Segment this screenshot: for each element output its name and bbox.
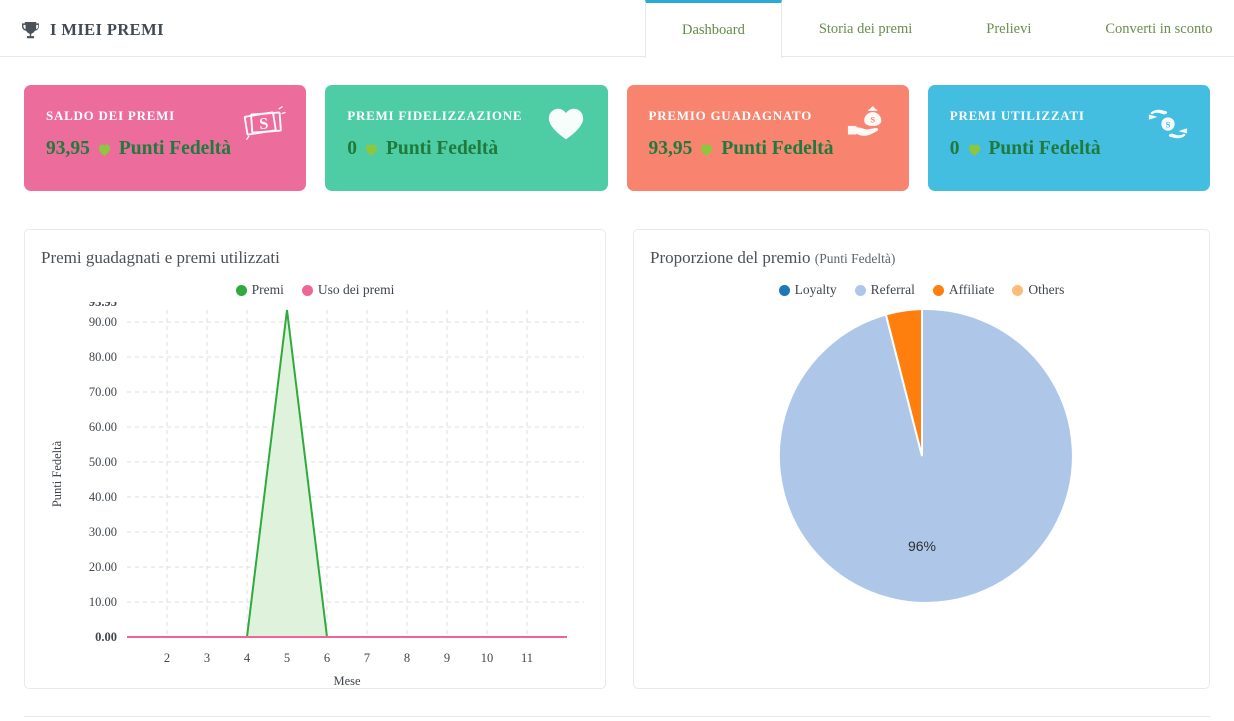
tab-prelievi[interactable]: Prelievi bbox=[949, 0, 1068, 58]
legend-dot-referral bbox=[854, 284, 866, 296]
legend-dot-uso-dei-premi bbox=[301, 284, 313, 296]
y-tick-90: 90.00 bbox=[89, 315, 117, 329]
legend-item-premi[interactable]: Premi bbox=[235, 282, 284, 298]
line-chart-plot: 93.95 90.00 80.00 70.00 60.00 50.00 40.0… bbox=[39, 302, 591, 692]
legend-item-referral[interactable]: Referral bbox=[854, 282, 915, 298]
legend-label-premi: Premi bbox=[251, 282, 284, 297]
x-tick-2: 2 bbox=[164, 651, 170, 665]
card-premio-guadagnato[interactable]: PREMIO GUADAGNATO 93,95 Punti Fedeltà S bbox=[626, 85, 909, 191]
legend-label-referral: Referral bbox=[870, 282, 915, 297]
y-tick-70: 70.00 bbox=[89, 385, 117, 399]
line-chart-title: Premi guadagnati e premi utilizzati bbox=[41, 248, 280, 267]
grid-vertical bbox=[166, 310, 528, 637]
tab-storia-dei-premi[interactable]: Storia dei premi bbox=[782, 0, 949, 58]
chart-panels: Premi guadagnati e premi utilizzati Prem… bbox=[0, 191, 1234, 689]
legend-dot-others bbox=[1012, 284, 1024, 296]
y-tick-60: 60.00 bbox=[89, 420, 117, 434]
card-saldo-dei-premi[interactable]: SALDO DEI PREMI 93,95 Punti Fedeltà S bbox=[24, 85, 307, 191]
pie-chart-title-main: Proporzione del premio bbox=[650, 248, 811, 267]
heart-icon bbox=[363, 141, 380, 158]
y-tick-10: 10.00 bbox=[89, 595, 117, 609]
y-tick-50: 50.00 bbox=[89, 455, 117, 469]
y-tick-93-95: 93.95 bbox=[89, 302, 117, 309]
stat-cards: SALDO DEI PREMI 93,95 Punti Fedeltà S PR… bbox=[0, 57, 1234, 191]
x-tick-7: 7 bbox=[364, 651, 370, 665]
y-tick-20: 20.00 bbox=[89, 560, 117, 574]
heart-icon bbox=[96, 141, 113, 158]
x-tick-4: 4 bbox=[244, 651, 251, 665]
svg-text:S: S bbox=[259, 114, 270, 133]
x-tick-3: 3 bbox=[204, 651, 210, 665]
page-title: I MIEI PREMI bbox=[50, 20, 164, 39]
y-tick-80: 80.00 bbox=[89, 350, 117, 364]
line-chart-legend: Premi Uso dei premi bbox=[39, 282, 591, 298]
card-premi-fidelizzazione-number: 0 bbox=[347, 138, 357, 159]
pie-slice-referral[interactable] bbox=[777, 307, 1072, 604]
heart-icon bbox=[966, 141, 983, 158]
panel-line-chart: Premi guadagnati e premi utilizzati Prem… bbox=[24, 229, 606, 689]
heart-icon bbox=[543, 103, 589, 145]
tab-dashboard-label: Dashboard bbox=[682, 22, 745, 38]
x-tick-6: 6 bbox=[324, 651, 330, 665]
legend-dot-affiliate bbox=[932, 284, 944, 296]
pie-chart-plot: 96% bbox=[648, 298, 1195, 688]
pie-slice-label-referral: 96% bbox=[907, 538, 935, 554]
legend-dot-premi bbox=[235, 284, 247, 296]
hand-money-bag-icon: S bbox=[844, 103, 890, 145]
tab-dashboard[interactable]: Dashboard bbox=[645, 0, 782, 59]
legend-item-affiliate[interactable]: Affiliate bbox=[932, 282, 995, 298]
legend-label-loyalty: Loyalty bbox=[794, 282, 837, 297]
series-premi-line bbox=[127, 309, 567, 638]
pie-chart-svg: 96% bbox=[777, 307, 1072, 604]
legend-label-affiliate: Affiliate bbox=[948, 282, 995, 297]
x-tick-8: 8 bbox=[404, 651, 410, 665]
y-axis-label: Punti Fedeltà bbox=[50, 440, 64, 507]
heart-icon bbox=[698, 141, 715, 158]
card-premi-utilizzati-unit: Punti Fedeltà bbox=[988, 138, 1101, 159]
x-tick-10: 10 bbox=[481, 651, 494, 665]
tab-converti-in-sconto[interactable]: Converti in sconto bbox=[1068, 0, 1234, 58]
x-tick-11: 11 bbox=[521, 651, 533, 665]
tab-storia-dei-premi-label: Storia dei premi bbox=[818, 21, 913, 37]
pie-chart-title-sub: (Punti Fedeltà) bbox=[814, 251, 896, 266]
y-tick-0: 0.00 bbox=[95, 630, 117, 644]
legend-item-uso-dei-premi[interactable]: Uso dei premi bbox=[301, 282, 395, 298]
legend-item-others[interactable]: Others bbox=[1012, 282, 1064, 298]
line-chart-svg: 93.95 90.00 80.00 70.00 60.00 50.00 40.0… bbox=[50, 302, 584, 688]
pie-chart-legend: Loyalty Referral Affiliate Others bbox=[648, 282, 1195, 298]
card-premi-utilizzati-number: 0 bbox=[949, 138, 960, 159]
card-premi-fidelizzazione-unit: Punti Fedeltà bbox=[386, 138, 499, 159]
legend-item-loyalty[interactable]: Loyalty bbox=[778, 282, 837, 298]
money-bills-icon: S bbox=[241, 103, 287, 145]
grid-horizontal bbox=[127, 321, 584, 603]
svg-text:S: S bbox=[870, 115, 875, 125]
legend-label-uso-dei-premi: Uso dei premi bbox=[317, 282, 395, 297]
x-axis-label: Mese bbox=[333, 674, 361, 688]
card-premio-guadagnato-unit: Punti Fedeltà bbox=[721, 138, 834, 159]
exchange-money-icon: S bbox=[1145, 103, 1191, 145]
tab-converti-in-sconto-label: Converti in sconto bbox=[1105, 21, 1213, 37]
bottom-divider bbox=[24, 716, 1210, 717]
legend-dot-loyalty bbox=[778, 284, 790, 296]
card-saldo-dei-premi-number: 93,95 bbox=[46, 138, 90, 159]
svg-text:S: S bbox=[1166, 119, 1171, 129]
card-saldo-dei-premi-unit: Punti Fedeltà bbox=[118, 138, 231, 159]
trophy-icon bbox=[22, 21, 39, 40]
y-tick-30: 30.00 bbox=[89, 525, 117, 539]
pie-chart-title: Proporzione del premio (Punti Fedeltà) bbox=[650, 248, 1195, 268]
brand: I MIEI PREMI bbox=[0, 0, 164, 40]
x-tick-5: 5 bbox=[284, 651, 290, 665]
tab-bar: Dashboard Storia dei premi Prelievi Conv… bbox=[645, 0, 1234, 59]
panel-pie-chart: Proporzione del premio (Punti Fedeltà) L… bbox=[633, 229, 1210, 689]
card-premio-guadagnato-number: 93,95 bbox=[648, 138, 693, 159]
top-bar: I MIEI PREMI Dashboard Storia dei premi … bbox=[0, 0, 1234, 59]
legend-label-others: Others bbox=[1028, 282, 1065, 297]
card-premi-utilizzati[interactable]: PREMI UTILIZZATI 0 Punti Fedeltà S bbox=[927, 85, 1210, 191]
tab-prelievi-label: Prelievi bbox=[986, 21, 1032, 37]
y-tick-40: 40.00 bbox=[89, 490, 117, 504]
series-premi-area bbox=[127, 310, 567, 637]
x-tick-9: 9 bbox=[444, 651, 450, 665]
card-premi-fidelizzazione[interactable]: PREMI FIDELIZZAZIONE 0 Punti Fedeltà bbox=[325, 85, 608, 191]
